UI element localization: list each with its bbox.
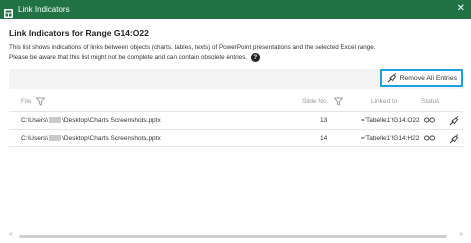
toolbar: Remove All Entries (9, 69, 463, 89)
table-bottom-border (9, 146, 463, 147)
unlink-icon (387, 73, 396, 83)
redacted-username (49, 117, 62, 123)
slide-filter-icon[interactable] (334, 97, 343, 106)
remove-link-icon[interactable] (449, 116, 459, 126)
linked-range: ='Tabelle1'!G14:O22 (361, 117, 420, 124)
close-icon[interactable]: ✕ (457, 3, 465, 15)
description: This list shows indications of links bet… (9, 44, 459, 62)
dialog-heading: Link Indicators for Range G14:O22 (9, 28, 149, 38)
remove-all-entries-button[interactable]: Remove All Entries (379, 69, 463, 87)
redacted-username (49, 135, 62, 141)
horizontal-scrollbar[interactable]: < > (9, 232, 463, 240)
scrollbar-thumb[interactable] (19, 235, 447, 238)
slide-number: 14 (320, 135, 328, 142)
window-title: Link Indicators (18, 5, 70, 14)
description-line-1: This list shows indications of links bet… (9, 44, 376, 51)
title-bar: Link Indicators ✕ (0, 0, 471, 19)
slide-number: 13 (320, 117, 328, 124)
column-linked-to: Linked to (371, 98, 398, 105)
remove-link-icon[interactable] (449, 134, 459, 144)
file-path: C:\Users\ \Desktop\Charts Screenshots.ppt… (21, 117, 161, 124)
link-status-icon[interactable] (424, 134, 435, 142)
description-line-2: Please be aware that this list might not… (9, 53, 248, 61)
help-icon[interactable]: ? (250, 52, 260, 62)
column-status: Status (421, 98, 440, 105)
table-header: File Slide No. Linked to Status (9, 96, 463, 110)
column-slide-no: Slide No. (302, 98, 329, 105)
file-filter-icon[interactable] (36, 97, 45, 106)
table-row[interactable]: C:\Users\ \Desktop\Charts Screenshots.ppt… (9, 129, 463, 147)
table-row[interactable]: C:\Users\ \Desktop\Charts Screenshots.ppt… (9, 111, 463, 129)
scroll-right-arrow[interactable]: > (459, 232, 463, 238)
column-file: File (21, 98, 32, 105)
link-status-icon[interactable] (424, 116, 435, 124)
linked-range: ='Tabelle1'!G14:H22 (361, 135, 420, 142)
scroll-left-arrow[interactable]: < (9, 232, 13, 238)
file-path: C:\Users\ \Desktop\Charts Screenshots.ppt… (21, 135, 161, 142)
app-icon (4, 5, 13, 18)
remove-all-entries-label: Remove All Entries (399, 74, 457, 82)
